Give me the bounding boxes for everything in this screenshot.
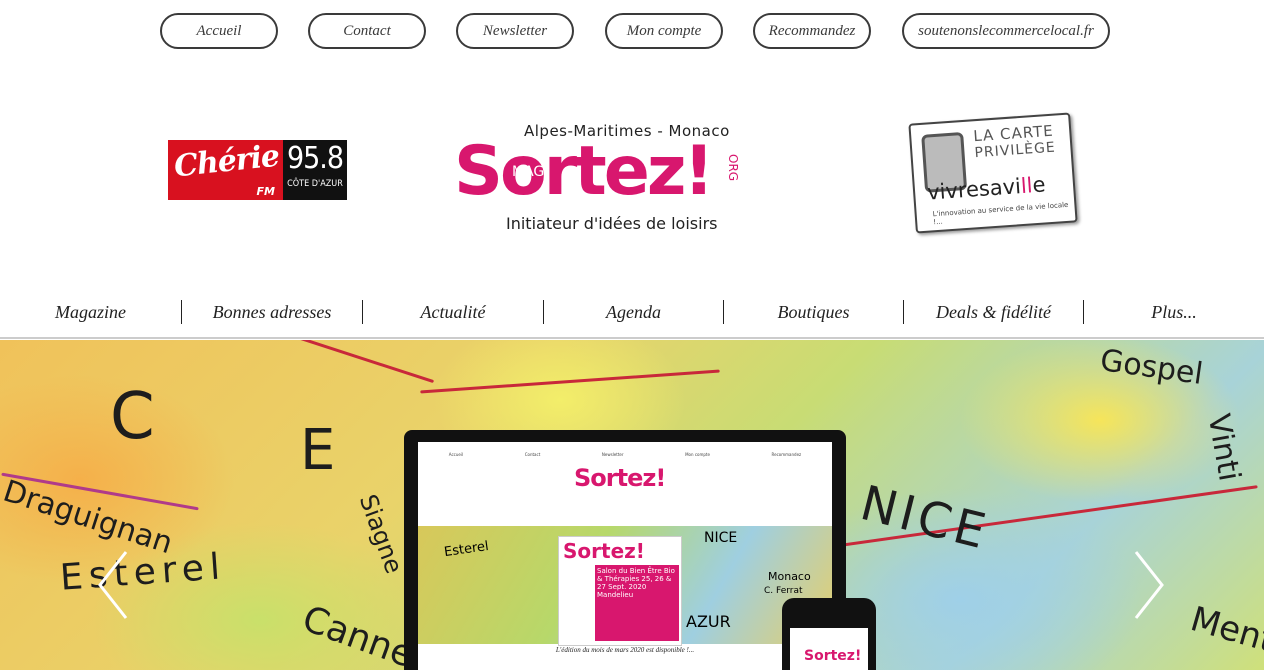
sortez-logo[interactable]: Alpes-Maritimes - Monaco Sortez! MAG ORG… <box>452 118 772 238</box>
menu-magazine[interactable]: Magazine <box>0 296 181 328</box>
mockup-caption: L'édition du mois de mars 2020 est dispo… <box>555 646 695 654</box>
mockup-map-label: Monaco <box>768 570 811 583</box>
nav-divider <box>0 337 1264 339</box>
map-road <box>420 369 720 394</box>
menu-plus[interactable]: Plus... <box>1084 296 1264 328</box>
menu-deals-fidelite[interactable]: Deals & fidélité <box>904 296 1083 328</box>
sortez-logo-tagline: Initiateur d'idées de loisirs <box>506 214 718 233</box>
cherie-logo-frequency: 95.8 <box>286 141 344 176</box>
mockup-nav-item: Accueil <box>448 452 464 457</box>
cherie-logo-fm: FM <box>256 185 275 198</box>
mockup-nav-item: Contact <box>524 452 541 457</box>
menu-boutiques[interactable]: Boutiques <box>724 296 903 328</box>
vivresaville-brand-b: vi <box>1001 174 1022 200</box>
sortez-logo-brand: Sortez! <box>454 132 714 211</box>
mockup-map-label: C. Ferrat <box>764 586 803 596</box>
phone-mockup-screen: Sortez! <box>790 628 868 670</box>
map-label: Esterel <box>58 546 228 599</box>
menu-actualite[interactable]: Actualité <box>363 296 543 328</box>
cherie-fm-logo[interactable]: Chérie FM 95.8 CÔTE D'AZUR <box>168 138 347 200</box>
slide-prev-arrow-icon[interactable] <box>98 550 128 620</box>
nav-accueil-button[interactable]: Accueil <box>160 13 278 49</box>
menu-bonnes-adresses[interactable]: Bonnes adresses <box>182 296 362 328</box>
mockup-map-label: AZUR <box>686 612 731 631</box>
menu-agenda[interactable]: Agenda <box>544 296 723 328</box>
map-label: E <box>300 418 336 483</box>
nav-newsletter-button[interactable]: Newsletter <box>456 13 574 49</box>
map-label: C <box>110 380 155 454</box>
cherie-logo-black-block: 95.8 CÔTE D'AZUR <box>283 140 347 200</box>
map-label: Vinti <box>1200 411 1247 484</box>
nav-soutenons-button[interactable]: soutenonslecommercelocal.fr <box>902 13 1110 49</box>
mockup-cover-event: Salon du Bien Être Bio & Thérapies 25, 2… <box>595 565 679 641</box>
vivresaville-brand-a: vivresa <box>926 175 1004 205</box>
phone-mockup: Sortez! <box>782 598 876 670</box>
hero-slideshow[interactable]: C E Draguignan Esterel Cannes Siagne NIC… <box>0 340 1264 670</box>
vivresaville-brand-d: e <box>1031 172 1047 198</box>
mockup-nav-item: Newsletter <box>601 452 624 457</box>
cherie-logo-name: Chérie <box>172 138 281 185</box>
cherie-logo-red-block: Chérie FM <box>168 138 283 200</box>
slide-next-arrow-icon[interactable] <box>1134 550 1164 620</box>
desktop-mockup-screen: Accueil Contact Newsletter Mon compte Re… <box>418 442 832 670</box>
mockup-nav-item: Mon compte <box>685 452 710 457</box>
mockup-map-label: NICE <box>704 530 738 546</box>
phone-mockup-logo: Sortez! <box>804 648 862 664</box>
map-label: Gospel <box>1098 342 1206 393</box>
cherie-logo-area: CÔTE D'AZUR <box>287 179 343 189</box>
sortez-logo-mag: MAG <box>512 164 545 180</box>
nav-mon-compte-button[interactable]: Mon compte <box>605 13 723 49</box>
mockup-magazine-cover: Sortez! Salon du Bien Être Bio & Thérapi… <box>558 536 682 646</box>
map-road <box>185 340 435 384</box>
desktop-mockup: Accueil Contact Newsletter Mon compte Re… <box>404 430 846 670</box>
top-nav: Accueil Contact Newsletter Mon compte Re… <box>0 12 1264 54</box>
vivresaville-logo[interactable]: LA CARTE PRIVILÈGE vivresaville L'innova… <box>908 112 1078 234</box>
mockup-map-label: Esterel <box>443 538 490 561</box>
map-label: Draguignan <box>0 473 177 562</box>
mockup-logo: Sortez! <box>574 464 666 492</box>
vivresaville-tagline: L'innovation au service de la vie locale… <box>932 200 1069 227</box>
mockup-nav: Accueil Contact Newsletter Mon compte Re… <box>418 452 832 457</box>
mockup-cover-title: Sortez! <box>563 539 645 563</box>
map-label: Ment <box>1186 599 1264 661</box>
sortez-logo-org: ORG <box>726 154 740 182</box>
nav-recommandez-button[interactable]: Recommandez <box>753 13 871 49</box>
main-nav: Magazine Bonnes adresses Actualité Agend… <box>0 296 1264 328</box>
map-label: NICE <box>855 475 995 561</box>
mockup-nav-item: Recommandez <box>771 452 802 457</box>
nav-contact-button[interactable]: Contact <box>308 13 426 49</box>
map-label: Siagne <box>353 490 409 578</box>
